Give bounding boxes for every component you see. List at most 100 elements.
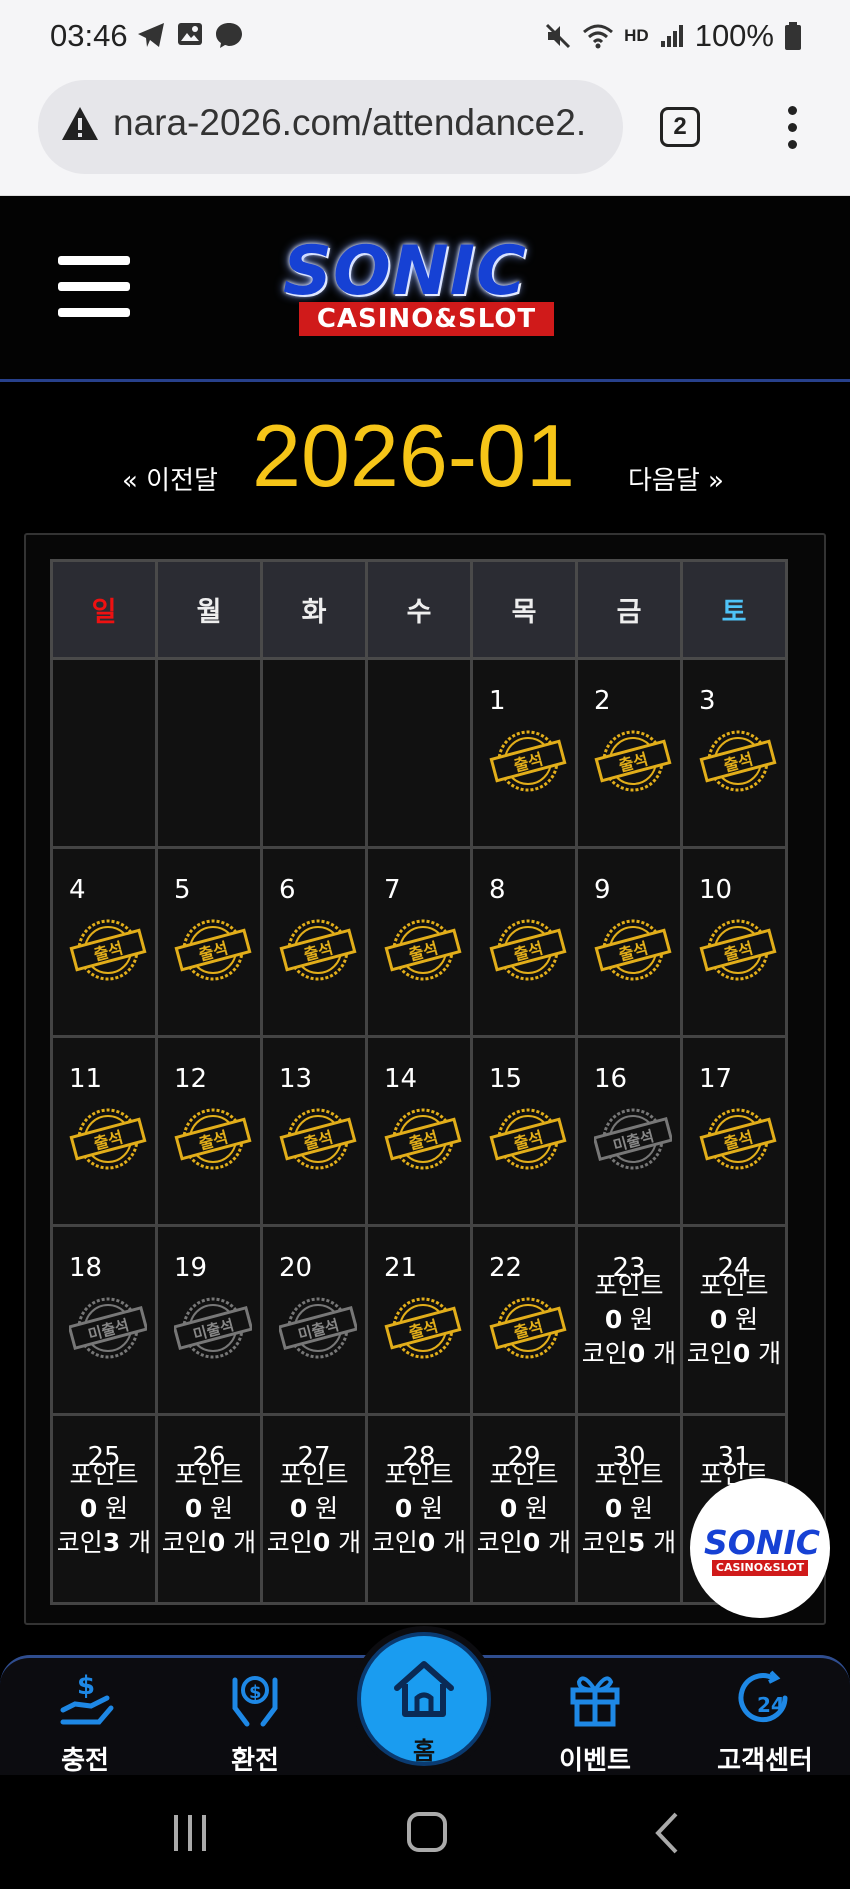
nav-deposit[interactable]: $ 충전: [25, 1658, 145, 1778]
calendar-day-15[interactable]: 15 출석: [470, 1035, 578, 1227]
calendar-day-16[interactable]: 16 미출석: [575, 1035, 683, 1227]
reward-info: 26 포인트 0 원 코인0 개: [158, 1442, 260, 1560]
day-number: 15: [489, 1064, 523, 1094]
calendar-day-21[interactable]: 21 출석: [365, 1224, 473, 1416]
calendar-day-4[interactable]: 4 출석: [50, 846, 158, 1038]
day-number: 10: [699, 875, 733, 905]
day-number: 4: [69, 875, 86, 905]
calendar-day-19[interactable]: 19 미출석: [155, 1224, 263, 1416]
url-text[interactable]: nara-2026.com/attendance2.: [113, 102, 613, 144]
recent-apps-icon[interactable]: [170, 1813, 210, 1853]
gallery-icon: [178, 23, 202, 45]
day-number: 3: [699, 686, 716, 716]
mute-icon: [546, 23, 571, 49]
calendar-day-9[interactable]: 9 출석: [575, 846, 683, 1038]
deposit-icon: $: [60, 1671, 114, 1725]
day-number: 23: [612, 1253, 646, 1283]
nav-home-button[interactable]: 홈: [357, 1632, 491, 1766]
day-number: 21: [384, 1253, 418, 1283]
absent-stamp-icon: 미출석: [67, 1295, 149, 1361]
next-month-link[interactable]: 다음달 »: [628, 460, 724, 497]
point-amount: 0 원: [709, 1305, 759, 1334]
attendance-calendar: 일 월 화 수 목 금 토 1 출석 2 출석 3 출석 4 출석 5 출석 6 출석 7 출석 8 출석 9 출…: [24, 533, 826, 1625]
status-time: 03:46: [50, 18, 128, 53]
svg-text:$: $: [77, 1671, 95, 1701]
calendar-day-3[interactable]: 3 출석: [680, 657, 788, 849]
day-number: 8: [489, 875, 506, 905]
calendar-day-30[interactable]: 30 포인트 0 원 코인5 개: [575, 1413, 683, 1605]
point-amount: 0 원: [499, 1494, 549, 1523]
nav-support[interactable]: 24 고객센터: [705, 1658, 825, 1778]
floating-logo-button[interactable]: SONIC CASINO&SLOT: [690, 1478, 830, 1618]
hd-voice-badge: HD: [624, 26, 649, 45]
attended-stamp-icon: 출석: [384, 1295, 462, 1361]
calendar-day-26[interactable]: 26 포인트 0 원 코인0 개: [155, 1413, 263, 1605]
coin-amount: 코인0 개: [581, 1339, 677, 1368]
month-title: 2026-01: [252, 406, 575, 505]
calendar-day-29[interactable]: 29 포인트 0 원 코인0 개: [470, 1413, 578, 1605]
tab-switcher-button[interactable]: 2: [660, 107, 700, 147]
calendar-day-25[interactable]: 25 포인트 0 원 코인3 개: [50, 1413, 158, 1605]
calendar-day-14[interactable]: 14 출석: [365, 1035, 473, 1227]
day-number: 9: [594, 875, 611, 905]
attended-stamp-icon: 출석: [594, 917, 672, 983]
calendar-day-6[interactable]: 6 출석: [260, 846, 368, 1038]
reward-info: 25 포인트 0 원 코인3 개: [53, 1442, 155, 1560]
weekday-wed: 수: [365, 559, 473, 660]
menu-icon[interactable]: [58, 256, 130, 318]
month-navigation: « 이전달 2026-01 다음달 »: [0, 400, 850, 510]
prev-month-link[interactable]: « 이전달: [122, 460, 218, 497]
calendar-day-12[interactable]: 12 출석: [155, 1035, 263, 1227]
coin-amount: 코인0 개: [476, 1528, 572, 1557]
day-number: 1: [489, 686, 506, 716]
more-options-icon[interactable]: [785, 106, 799, 150]
weekday-tue: 화: [260, 559, 368, 660]
calendar-day-24[interactable]: 24 포인트 0 원 코인0 개: [680, 1224, 788, 1416]
weekday-mon: 월: [155, 559, 263, 660]
reward-info: 23 포인트 0 원 코인0 개: [578, 1253, 680, 1371]
calendar-empty-cell: [50, 657, 158, 849]
calendar-day-13[interactable]: 13 출석: [260, 1035, 368, 1227]
nav-event[interactable]: 이벤트: [535, 1658, 655, 1778]
calendar-day-23[interactable]: 23 포인트 0 원 코인0 개: [575, 1224, 683, 1416]
calendar-day-5[interactable]: 5 출석: [155, 846, 263, 1038]
site-logo[interactable]: SONIC CASINO&SLOT: [275, 232, 575, 342]
nav-withdraw[interactable]: $ 환전: [195, 1658, 315, 1778]
calendar-day-2[interactable]: 2 출석: [575, 657, 683, 849]
home-system-icon[interactable]: [406, 1811, 448, 1853]
day-number: 31: [717, 1442, 751, 1472]
calendar-day-27[interactable]: 27 포인트 0 원 코인0 개: [260, 1413, 368, 1605]
calendar-day-10[interactable]: 10 출석: [680, 846, 788, 1038]
calendar-day-1[interactable]: 1 출석: [470, 657, 578, 849]
withdraw-icon: $: [232, 1676, 278, 1727]
calendar-day-22[interactable]: 22 출석: [470, 1224, 578, 1416]
warning-icon[interactable]: [60, 105, 100, 143]
calendar-week-row: 18 미출석 19 미출석 20 미출석 21 출석 22 출석 23 포인트 0 원 코인0 개 24 포인…: [50, 1224, 788, 1416]
attended-stamp-icon: 출석: [699, 728, 777, 794]
calendar-day-8[interactable]: 8 출석: [470, 846, 578, 1038]
attended-stamp-icon: 출석: [594, 728, 672, 794]
calendar-day-7[interactable]: 7 출석: [365, 846, 473, 1038]
calendar-day-18[interactable]: 18 미출석: [50, 1224, 158, 1416]
coin-amount: 코인0 개: [371, 1528, 467, 1557]
day-number: 12: [174, 1064, 208, 1094]
url-field[interactable]: nara-2026.com/attendance2.: [38, 80, 623, 174]
absent-stamp-icon: 미출석: [592, 1106, 674, 1172]
attended-stamp-icon: 출석: [489, 917, 567, 983]
point-amount: 0 원: [604, 1305, 654, 1334]
coin-amount: 코인5 개: [581, 1528, 677, 1557]
point-amount: 0 원: [184, 1494, 234, 1523]
calendar-day-28[interactable]: 28 포인트 0 원 코인0 개: [365, 1413, 473, 1605]
day-number: 18: [69, 1253, 103, 1283]
back-icon[interactable]: [652, 1811, 682, 1855]
calendar-day-11[interactable]: 11 출석: [50, 1035, 158, 1227]
system-navigation-bar: [0, 1775, 850, 1889]
svg-text:24: 24: [757, 1693, 785, 1717]
calendar-day-20[interactable]: 20 미출석: [260, 1224, 368, 1416]
day-number: 16: [594, 1064, 628, 1094]
reward-info: 28 포인트 0 원 코인0 개: [368, 1442, 470, 1560]
calendar-day-17[interactable]: 17 출석: [680, 1035, 788, 1227]
calendar-table: 일 월 화 수 목 금 토 1 출석 2 출석 3 출석 4 출석 5 출석 6 출석 7 출석 8 출석 9 출…: [50, 559, 788, 1605]
telegram-icon: [138, 23, 164, 47]
attended-stamp-icon: 출석: [69, 1106, 147, 1172]
